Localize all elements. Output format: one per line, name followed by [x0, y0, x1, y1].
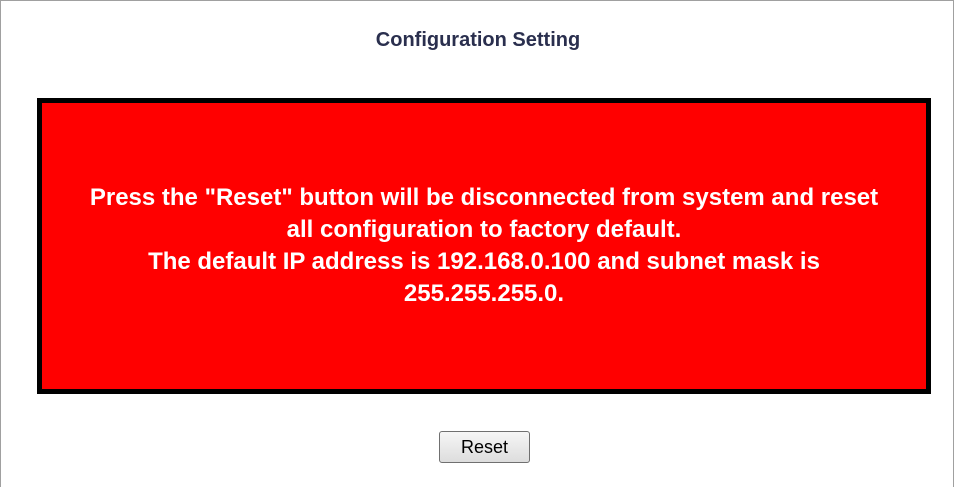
config-panel: Configuration Setting Press the "Reset" … [0, 0, 954, 487]
warning-text-default-ip: The default IP address is 192.168.0.100 … [148, 248, 820, 307]
warning-message: Press the "Reset" button will be disconn… [74, 182, 894, 310]
reset-warning-box: Press the "Reset" button will be disconn… [37, 98, 931, 394]
page-title: Configuration Setting [375, 29, 581, 51]
warning-text-reset-notice: Press the "Reset" button will be disconn… [89, 184, 879, 243]
reset-button[interactable]: Reset [439, 431, 530, 463]
